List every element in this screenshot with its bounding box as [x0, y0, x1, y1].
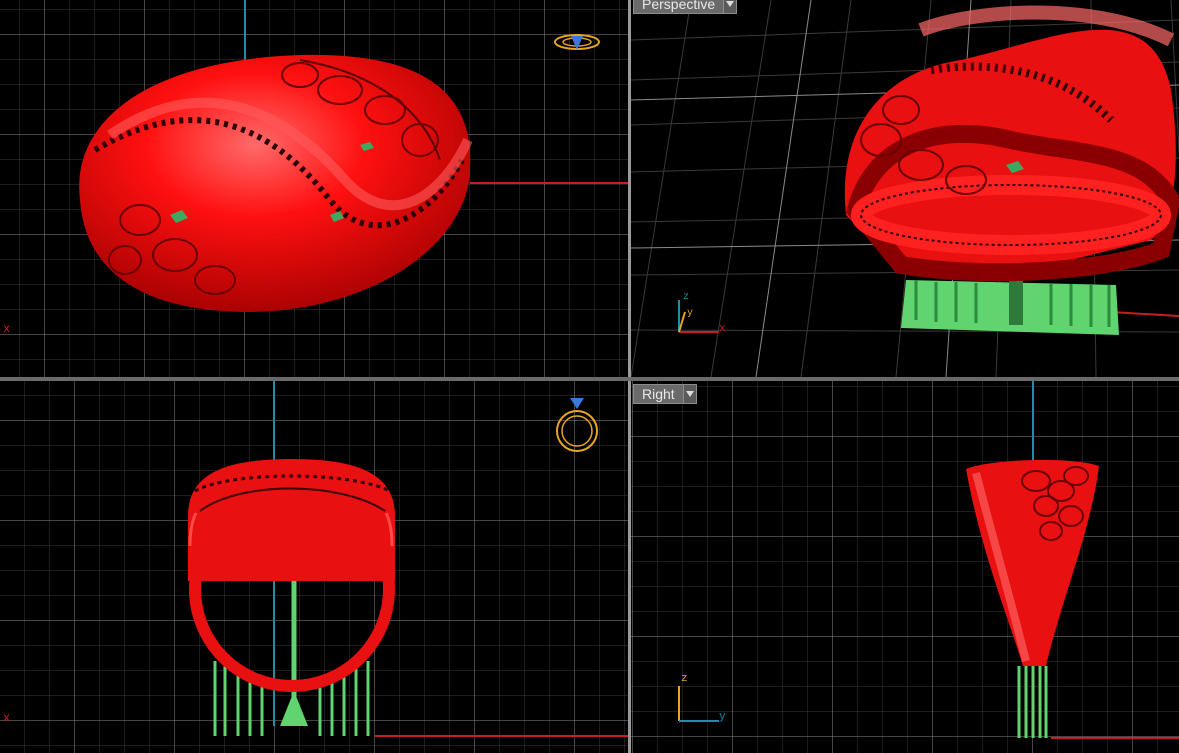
z-axis-label: z — [683, 292, 690, 303]
x-axis-label: x — [3, 711, 11, 725]
x-axis-line — [1110, 311, 1179, 317]
viewport-front[interactable]: x — [0, 381, 628, 753]
chevron-down-icon[interactable] — [723, 0, 737, 13]
viewport-right[interactable]: Right z y — [631, 381, 1179, 753]
x-axis-label: x — [719, 323, 726, 335]
viewport-title-right[interactable]: Right — [633, 384, 697, 404]
y-axis-label: y — [719, 711, 726, 723]
viewport-top[interactable]: x — [0, 0, 628, 377]
right-view-canvas[interactable] — [631, 381, 1179, 753]
viewport-perspective[interactable]: Perspective z y x — [631, 0, 1179, 377]
y-axis-label: y — [687, 308, 694, 319]
front-view-canvas[interactable] — [0, 381, 628, 753]
top-view-canvas[interactable] — [0, 0, 628, 377]
ring-model[interactable] — [844, 5, 1179, 282]
axis-gizmo — [678, 300, 719, 333]
viewport-title-text: Perspective — [642, 0, 716, 12]
perspective-view-canvas[interactable] — [631, 0, 1179, 377]
viewport-divider-horizontal[interactable] — [0, 377, 1179, 381]
viewport-title-text: Right — [642, 386, 675, 402]
x-axis-label: x — [3, 322, 11, 336]
viewport-title-perspective[interactable]: Perspective — [633, 0, 738, 14]
z-axis-label: z — [681, 673, 688, 685]
chevron-down-icon[interactable] — [682, 385, 696, 403]
